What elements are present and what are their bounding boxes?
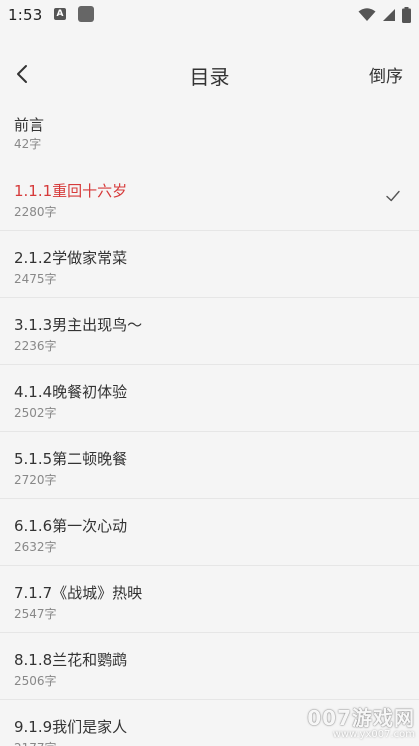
chapter-title: 9.1.9我们是家人 — [14, 718, 128, 736]
signal-icon — [383, 9, 395, 21]
chapter-item[interactable]: 1.1.1重回十六岁 2280字 — [0, 164, 419, 231]
chapter-item[interactable]: 2.1.2学做家常菜 2475字 — [0, 231, 419, 298]
status-bar: 1:53 A — [0, 0, 419, 30]
chapter-item[interactable]: 8.1.8兰花和鹦鹉 2506字 — [0, 633, 419, 700]
chapter-word-count: 2475字 — [14, 272, 57, 286]
notification-app-icon — [78, 6, 94, 22]
header-bar: 目录 倒序 — [0, 44, 419, 104]
chapter-word-count: 2506字 — [14, 674, 57, 688]
status-indicators — [358, 6, 411, 24]
page-title: 目录 — [189, 65, 230, 89]
chapter-item[interactable]: 9.1.9我们是家人 2177字 — [0, 700, 419, 746]
chapter-word-count: 42字 — [14, 137, 42, 151]
chapter-title: 7.1.7《战城》热映 — [14, 584, 143, 602]
chapter-title: 3.1.3男主出现鸟～ — [14, 316, 143, 334]
chapter-word-count: 2177字 — [14, 739, 57, 746]
chapter-item[interactable]: 5.1.5第二顿晚餐 2720字 — [0, 432, 419, 499]
reverse-order-button[interactable]: 倒序 — [369, 62, 403, 87]
checkmark-icon — [386, 190, 400, 202]
status-time: 1:53 — [8, 6, 43, 24]
chapter-item[interactable]: 4.1.4晚餐初体验 2502字 — [0, 365, 419, 432]
notification-a-icon: A — [54, 8, 66, 20]
chapter-title: 5.1.5第二顿晚餐 — [14, 450, 128, 468]
chapter-item[interactable]: 3.1.3男主出现鸟～ 2236字 — [0, 298, 419, 365]
chapter-title: 2.1.2学做家常菜 — [14, 249, 128, 267]
battery-icon — [402, 7, 411, 23]
chapter-title: 前言 — [14, 116, 45, 134]
chapter-word-count: 2547字 — [14, 607, 57, 621]
chapter-item[interactable]: 7.1.7《战城》热映 2547字 — [0, 566, 419, 633]
chapter-list: 前言 42字 1.1.1重回十六岁 2280字 2.1.2学做家常菜 2475字 3.1.3… — [0, 104, 419, 746]
chapter-title: 1.1.1重回十六岁 — [14, 182, 128, 200]
chapter-word-count: 2632字 — [14, 540, 57, 554]
chapter-word-count: 2502字 — [14, 406, 57, 420]
chapter-title: 8.1.8兰花和鹦鹉 — [14, 651, 128, 669]
chapter-item[interactable]: 6.1.6第一次心动 2632字 — [0, 499, 419, 566]
screen: 1:53 A 目录 倒序 前言 42字 1.1.1重回十六岁 2280字 2.1.2学做… — [0, 0, 419, 746]
chapter-word-count: 2236字 — [14, 339, 57, 353]
chapter-item[interactable]: 前言 42字 — [0, 104, 419, 164]
chapter-word-count: 2720字 — [14, 473, 57, 487]
wifi-icon — [358, 8, 376, 21]
chapter-title: 4.1.4晚餐初体验 — [14, 383, 128, 401]
chapter-title: 6.1.6第一次心动 — [14, 517, 128, 535]
chapter-word-count: 2280字 — [14, 205, 57, 219]
